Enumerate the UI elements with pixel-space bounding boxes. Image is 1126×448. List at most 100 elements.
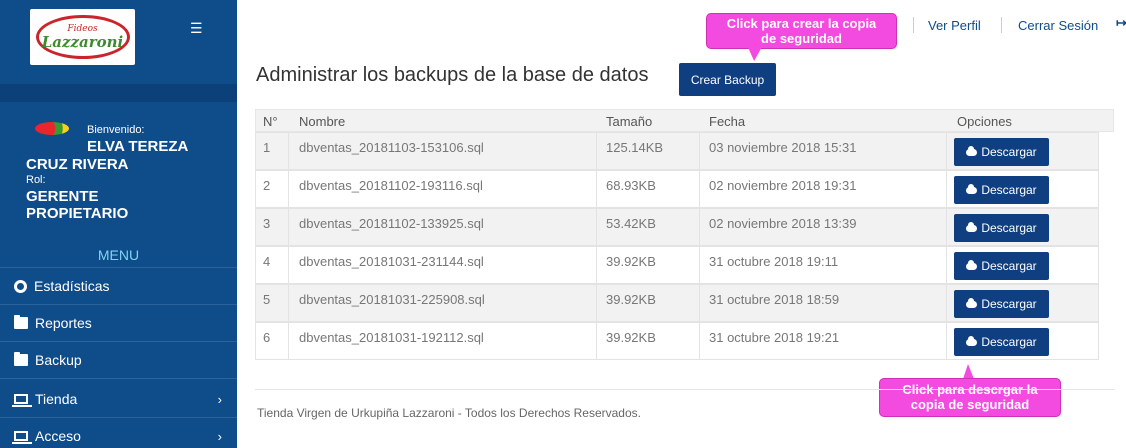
sidebar-item-estadisticas[interactable]: Estadísticas	[0, 268, 237, 304]
sidebar-item-label: Acceso	[35, 428, 81, 444]
file-date: 31 octubre 2018 18:59	[709, 292, 840, 307]
sidebar-divider	[0, 84, 237, 102]
sidebar-item-backup[interactable]: Backup	[0, 342, 237, 378]
file-size: 39.92KB	[606, 254, 656, 269]
column-header-opciones: Opciones	[957, 114, 1012, 129]
row-number: 2	[263, 178, 271, 193]
column-divider	[699, 133, 700, 169]
row-number: 1	[263, 140, 271, 155]
folder-icon	[14, 315, 28, 329]
file-name: dbventas_20181103-153106.sql	[299, 140, 484, 155]
download-button[interactable]: Descargar	[954, 138, 1049, 166]
header-divider	[913, 17, 914, 33]
create-backup-annotation: Click para crear la copia de seguridad	[706, 13, 897, 49]
logout-link[interactable]: Cerrar Sesión	[1018, 18, 1098, 33]
column-divider	[596, 171, 597, 207]
cloud-upload-icon	[966, 259, 978, 270]
hamburger-menu-icon[interactable]: ☰	[190, 20, 203, 37]
column-divider	[946, 133, 947, 169]
column-divider	[596, 323, 597, 359]
download-button[interactable]: Descargar	[954, 328, 1049, 356]
dashboard-icon	[14, 279, 27, 293]
table-row: 4 dbventas_20181031-231144.sql 39.92KB 3…	[255, 246, 1099, 284]
download-label: Descargar	[981, 145, 1037, 159]
file-date: 02 noviembre 2018 19:31	[709, 178, 857, 193]
user-name-line1: ELVA TEREZA	[87, 138, 189, 155]
column-divider	[946, 323, 947, 359]
sidebar-item-label: Estadísticas	[34, 278, 110, 294]
file-size: 125.14KB	[606, 140, 664, 155]
column-divider	[699, 247, 700, 283]
column-divider	[288, 247, 289, 283]
logo-big-text: Lazzaroni	[41, 32, 124, 51]
column-divider	[699, 209, 700, 245]
table-row: 2 dbventas_20181102-193116.sql 68.93KB 0…	[255, 170, 1099, 208]
table-row: 6 dbventas_20181031-192112.sql 39.92KB 3…	[255, 322, 1099, 360]
file-size: 68.93KB	[606, 178, 656, 193]
file-size: 39.92KB	[606, 330, 656, 345]
annotation-line: copia de seguridad	[910, 397, 1030, 412]
chevron-right-icon: ›	[217, 428, 222, 444]
column-divider	[596, 247, 597, 283]
cloud-upload-icon	[966, 221, 978, 232]
sidebar-item-tienda[interactable]: Tienda ›	[0, 381, 237, 417]
download-button[interactable]: Descargar	[954, 214, 1049, 242]
column-divider	[288, 285, 289, 321]
view-profile-link[interactable]: Ver Perfil	[928, 18, 981, 33]
sidebar: Fideos Lazzaroni ☰ Bienvenido: ELVA TERE…	[0, 0, 237, 448]
page-title: Administrar los backups de la base de da…	[256, 64, 649, 86]
column-header-n: N°	[263, 114, 278, 129]
logout-icon[interactable]: ↦	[1116, 15, 1126, 31]
footer-divider	[255, 389, 1115, 390]
create-backup-button[interactable]: Crear Backup	[679, 63, 776, 96]
table-row: 3 dbventas_20181102-133925.sql 53.42KB 0…	[255, 208, 1099, 246]
download-button[interactable]: Descargar	[954, 176, 1049, 204]
column-divider	[288, 171, 289, 207]
cloud-upload-icon	[966, 145, 978, 156]
file-date: 31 octubre 2018 19:11	[709, 254, 839, 269]
file-date: 31 octubre 2018 19:21	[709, 330, 840, 345]
column-divider	[946, 247, 947, 283]
file-name: dbventas_20181031-225908.sql	[299, 292, 485, 307]
header-divider	[1001, 17, 1002, 33]
sidebar-item-label: Backup	[35, 352, 82, 368]
user-name-line2: CRUZ RIVERA	[26, 156, 129, 173]
cloud-upload-icon	[966, 297, 978, 308]
logo-emblem: Fideos Lazzaroni	[35, 15, 130, 59]
role-label: Rol:	[26, 174, 46, 186]
download-label: Descargar	[981, 183, 1037, 197]
table-row: 5 dbventas_20181031-225908.sql 39.92KB 3…	[255, 284, 1099, 322]
file-size: 39.92KB	[606, 292, 656, 307]
row-number: 3	[263, 216, 271, 231]
role-value-line2: PROPIETARIO	[26, 205, 129, 222]
download-label: Descargar	[981, 335, 1037, 349]
sidebar-item-reportes[interactable]: Reportes	[0, 305, 237, 341]
menu-title: MENU	[97, 247, 140, 263]
cloud-upload-icon	[966, 183, 978, 194]
footer-text: Tienda Virgen de Urkupiña Lazzaroni - To…	[257, 406, 641, 420]
file-name: dbventas_20181031-231144.sql	[299, 254, 484, 269]
annotation-pointer	[744, 47, 762, 61]
column-divider	[596, 285, 597, 321]
brand-logo[interactable]: Fideos Lazzaroni	[30, 9, 135, 65]
role-value-line1: GERENTE	[26, 188, 99, 205]
sidebar-item-label: Reportes	[35, 315, 92, 331]
laptop-icon	[12, 394, 32, 407]
annotation-line: de seguridad	[761, 31, 842, 46]
menu-divider	[0, 378, 237, 379]
column-divider	[699, 323, 700, 359]
cloud-upload-icon	[966, 335, 978, 346]
laptop-icon	[12, 431, 32, 444]
download-annotation: Click para descrgar la copia de segurida…	[879, 378, 1061, 417]
column-divider	[699, 171, 700, 207]
folder-icon	[14, 352, 28, 366]
column-divider	[596, 209, 597, 245]
sidebar-item-acceso[interactable]: Acceso ›	[0, 418, 237, 448]
file-size: 53.42KB	[606, 216, 656, 231]
column-divider	[699, 285, 700, 321]
download-button[interactable]: Descargar	[954, 252, 1049, 280]
download-button[interactable]: Descargar	[954, 290, 1049, 318]
column-divider	[946, 285, 947, 321]
annotation-pointer	[963, 364, 974, 379]
chevron-right-icon: ›	[217, 391, 222, 407]
